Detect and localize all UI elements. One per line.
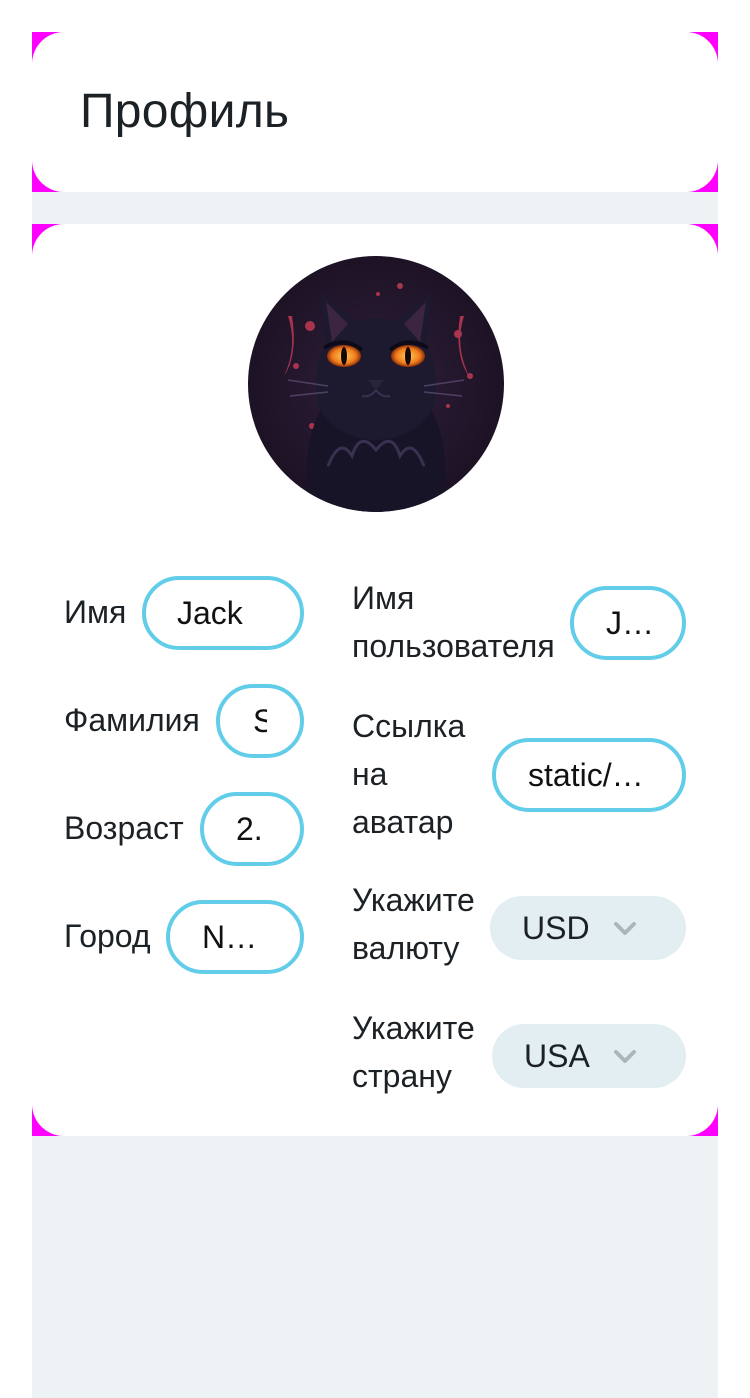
last-name-label: Фамилия [64,702,200,738]
avatar-link-label: Ссылка на аватар [352,708,466,840]
country-select[interactable]: USA [492,1024,686,1088]
header-card: Профиль [32,32,718,192]
username-value: J… [606,604,650,641]
avatar-link-value: static/… [528,756,644,793]
page-title: Профиль [80,85,290,138]
currency-label: Укажите валюту [352,882,475,966]
currency-value: USD [522,909,590,946]
last-name-value: S [253,703,267,740]
age-label: Возраст [64,810,184,846]
chevron-down-icon [613,922,636,935]
city-label: Город [64,918,151,954]
city-value: N… [202,918,258,955]
profile-card: Имя Jack Фамилия S Возраст 2. Город N… И… [32,224,718,1136]
avatar-link-field[interactable]: static/… [492,738,686,812]
city-field[interactable]: N… [166,900,304,974]
age-field[interactable]: 2. [200,792,304,866]
first-name-value: Jack [177,594,243,631]
username-field[interactable]: J… [570,586,686,660]
currency-select[interactable]: USD [490,896,686,960]
country-label: Укажите страну [352,1010,475,1094]
age-value: 2. [236,810,263,847]
country-value: USA [524,1037,590,1074]
first-name-field[interactable]: Jack [142,576,304,650]
avatar [248,256,504,512]
username-label: Имя пользователя [352,580,555,664]
first-name-label: Имя [64,594,127,630]
cat-avatar-icon [248,256,504,512]
last-name-field[interactable]: S [216,684,304,758]
chevron-down-icon [613,1050,636,1063]
